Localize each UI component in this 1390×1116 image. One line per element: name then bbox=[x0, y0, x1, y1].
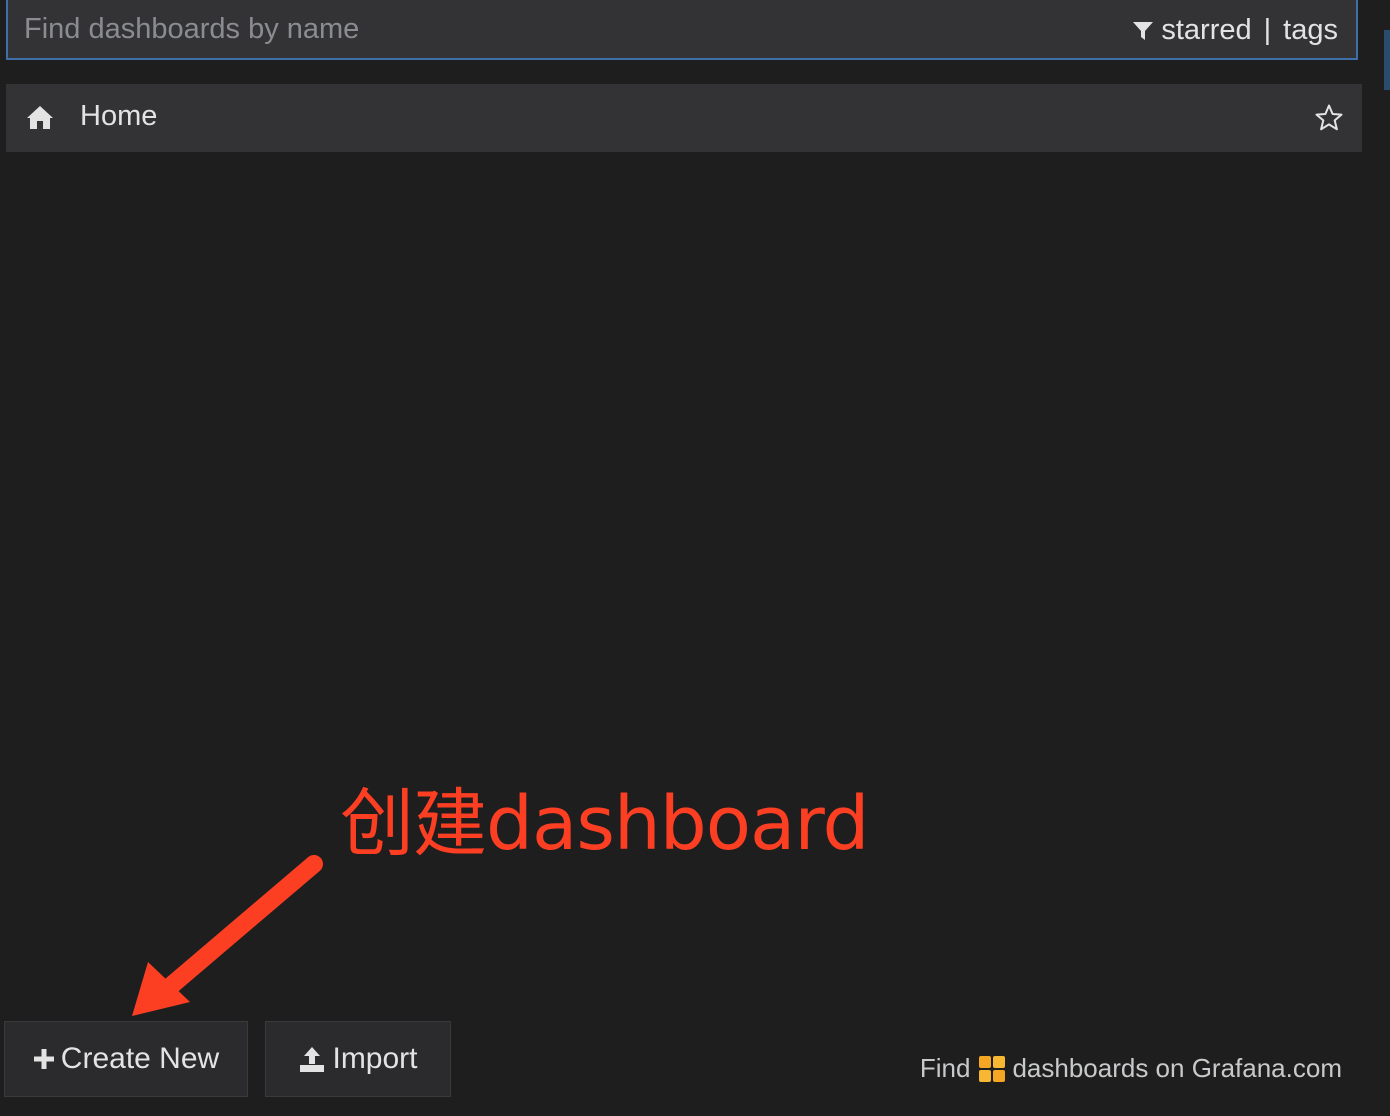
grafana-com-link[interactable]: Find dashboards on Grafana.com bbox=[920, 1053, 1342, 1084]
filter-icon bbox=[1133, 21, 1154, 40]
tags-filter-link[interactable]: tags bbox=[1283, 14, 1338, 47]
plus-icon bbox=[33, 1049, 54, 1069]
search-filters: starred | tags bbox=[1131, 14, 1338, 47]
edge-scroll-indicator bbox=[1384, 30, 1390, 90]
annotation-arrow-icon bbox=[132, 855, 323, 1016]
dashboard-row-home[interactable]: Home bbox=[6, 84, 1362, 152]
grafana-link-suffix: dashboards on Grafana.com bbox=[1012, 1053, 1342, 1083]
create-new-label: Create New bbox=[60, 1042, 220, 1075]
import-label: Import bbox=[332, 1042, 418, 1075]
dashboard-search-panel: starred | tags Home 创建dashboard Create N… bbox=[0, 0, 1390, 1116]
home-icon bbox=[27, 106, 53, 129]
create-new-button[interactable]: Create New bbox=[4, 1021, 248, 1097]
upload-icon bbox=[300, 1047, 325, 1072]
star-icon[interactable] bbox=[1314, 103, 1344, 133]
filter-separator: | bbox=[1263, 14, 1272, 46]
dashboard-title: Home bbox=[80, 100, 158, 132]
grafana-link-prefix: Find bbox=[919, 1053, 971, 1083]
search-input[interactable] bbox=[24, 0, 1084, 58]
import-button[interactable]: Import bbox=[265, 1021, 451, 1097]
starred-filter-link[interactable]: starred bbox=[1161, 14, 1251, 47]
annotation-label: 创建dashboard bbox=[340, 781, 869, 867]
search-bar: starred | tags bbox=[6, 0, 1358, 60]
grafana-logo-icon bbox=[979, 1055, 1006, 1082]
